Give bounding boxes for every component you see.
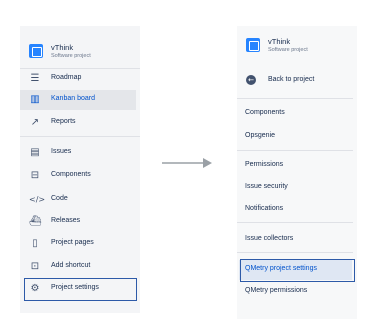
project-type: Software project bbox=[51, 53, 91, 59]
project-avatar-icon bbox=[29, 44, 43, 58]
code-icon: </> bbox=[29, 195, 46, 204]
settings-item-components[interactable]: Components bbox=[237, 105, 357, 123]
settings-item-permissions[interactable]: Permissions bbox=[237, 157, 357, 175]
back-to-project-link[interactable]: ← Back to project bbox=[246, 73, 356, 91]
add-shortcut-icon: ⊡ bbox=[30, 261, 40, 272]
sidebar-item-issues[interactable]: ▤ Issues bbox=[20, 143, 140, 163]
project-type: Software project bbox=[268, 47, 308, 53]
sidebar-item-label: Reports bbox=[51, 118, 76, 125]
sidebar-item-label: Releases bbox=[51, 217, 81, 224]
divider bbox=[237, 252, 353, 253]
settings-item-label: Components bbox=[245, 109, 285, 116]
sidebar-item-components[interactable]: ⊟ Components bbox=[20, 166, 140, 186]
arrow-left-icon: ← bbox=[246, 75, 256, 85]
settings-item-label: Opsgenie bbox=[245, 132, 275, 139]
divider bbox=[237, 150, 353, 151]
sidebar-item-label: Issues bbox=[51, 148, 72, 155]
sidebar-item-label: Project pages bbox=[51, 239, 94, 246]
issues-icon: ▤ bbox=[30, 147, 40, 158]
divider bbox=[20, 136, 140, 137]
sidebar-item-roadmap[interactable]: ☰ Roadmap bbox=[20, 69, 140, 89]
sidebar-item-kanban-board[interactable]: ▥ Kanban board bbox=[20, 90, 136, 110]
project-name: vThink bbox=[51, 43, 74, 52]
arrow-right-icon bbox=[162, 158, 212, 168]
back-label: Back to project bbox=[268, 76, 315, 83]
sidebar-item-label: Add shortcut bbox=[51, 262, 91, 269]
roadmap-icon: ☰ bbox=[30, 73, 40, 84]
project-name: vThink bbox=[268, 37, 291, 46]
sidebar-item-releases[interactable]: ⛴ Releases bbox=[20, 212, 140, 232]
project-avatar-icon bbox=[246, 38, 260, 52]
settings-item-notifications[interactable]: Notifications bbox=[237, 201, 357, 219]
divider bbox=[237, 98, 353, 99]
sidebar-item-label: Code bbox=[51, 195, 68, 202]
releases-icon: ⛴ bbox=[29, 216, 42, 227]
components-icon: ⊟ bbox=[30, 170, 40, 181]
board-icon: ▥ bbox=[30, 94, 40, 105]
settings-item-label: Permissions bbox=[245, 161, 284, 168]
settings-item-qmetry-permissions[interactable]: QMetry permissions bbox=[237, 283, 357, 301]
reports-icon: ↗ bbox=[30, 117, 40, 128]
sidebar-item-code[interactable]: </> Code bbox=[20, 190, 140, 210]
settings-item-label: Notifications bbox=[245, 205, 284, 212]
sidebar-item-add-shortcut[interactable]: ⊡ Add shortcut bbox=[20, 257, 140, 277]
settings-item-label: QMetry permissions bbox=[245, 287, 308, 294]
sidebar-item-reports[interactable]: ↗ Reports bbox=[20, 113, 140, 133]
sidebar-item-label: Components bbox=[51, 171, 91, 178]
sidebar-item-label: Kanban board bbox=[51, 95, 95, 102]
settings-item-opsgenie[interactable]: Opsgenie bbox=[237, 128, 357, 146]
settings-item-issue-collectors[interactable]: Issue collectors bbox=[237, 231, 357, 249]
divider bbox=[237, 222, 353, 223]
sidebar-item-label: Roadmap bbox=[51, 74, 82, 81]
sidebar-item-project-pages[interactable]: ▯ Project pages bbox=[20, 234, 140, 254]
settings-item-issue-security[interactable]: Issue security bbox=[237, 179, 357, 197]
pages-icon: ▯ bbox=[32, 238, 38, 249]
left-sidebar: vThink Software project ☰ Roadmap ▥ Kanb… bbox=[20, 26, 140, 313]
qmetry-settings-highlight bbox=[240, 259, 355, 282]
settings-item-label: Issue security bbox=[245, 183, 288, 190]
project-settings-highlight bbox=[24, 278, 137, 301]
settings-item-label: Issue collectors bbox=[245, 235, 294, 242]
